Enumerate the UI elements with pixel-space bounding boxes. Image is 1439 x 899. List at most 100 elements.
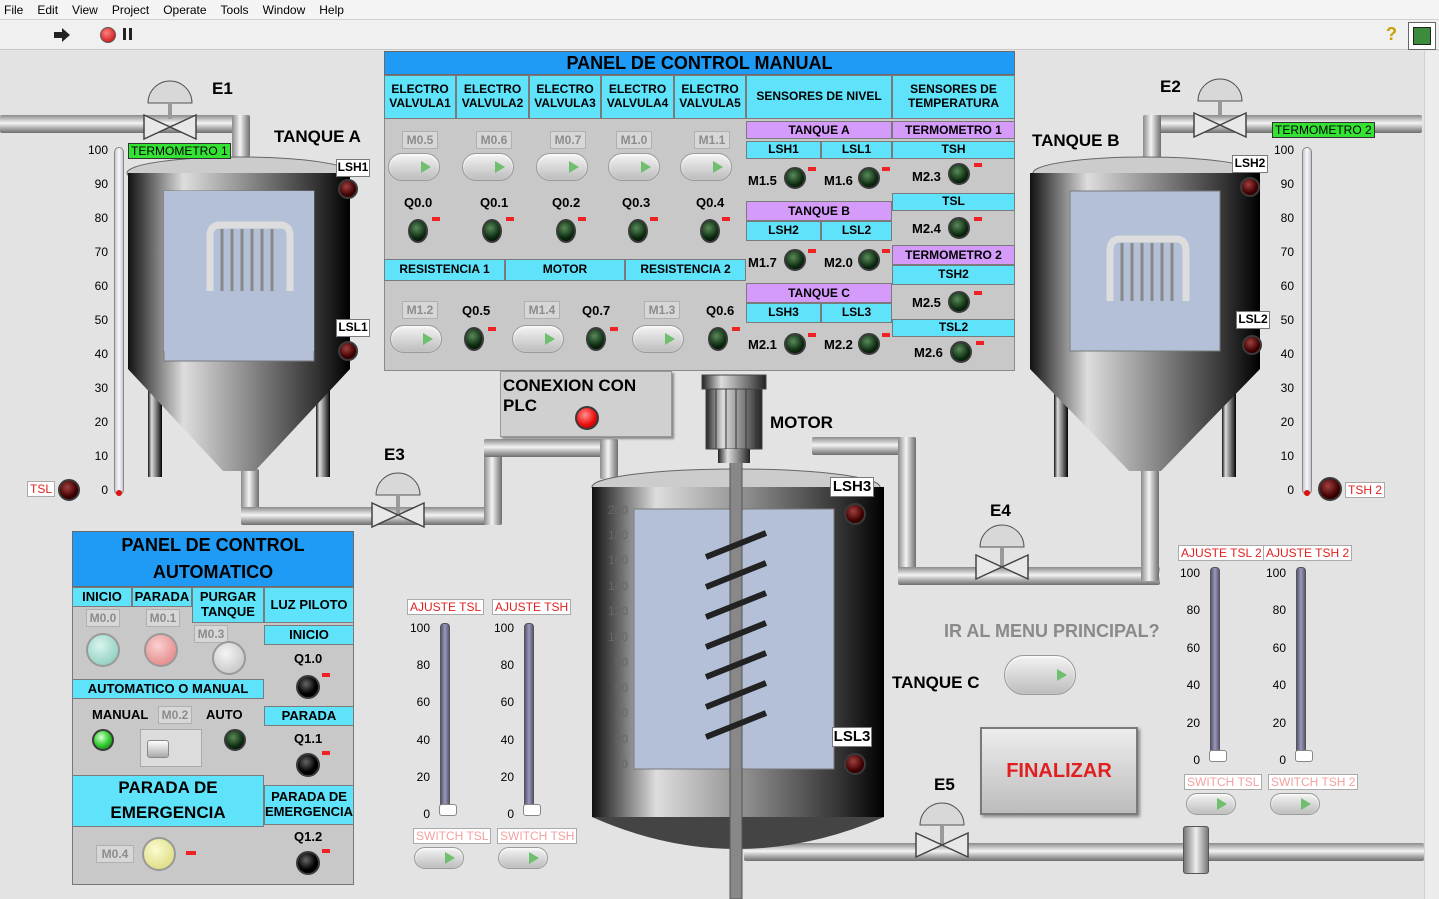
switch-tsh2-label: SWITCH TSH 2 — [1268, 774, 1359, 790]
switch-tsh[interactable] — [498, 847, 548, 869]
inlet-pipe-a — [0, 115, 240, 133]
valve-2-output: Q0.1 — [480, 195, 509, 210]
motor-switch[interactable] — [512, 325, 564, 353]
switch-tsl2[interactable] — [1186, 793, 1236, 815]
valve-e2-icon[interactable] — [1192, 71, 1248, 139]
valve-5-address: M1.1 — [694, 131, 730, 149]
pause-icon[interactable] — [123, 28, 126, 40]
menu-edit[interactable]: Edit — [37, 3, 58, 17]
valve-1-led — [408, 219, 428, 243]
tank-a — [126, 156, 352, 477]
m20-led — [858, 249, 880, 271]
valve-4-led — [628, 219, 648, 243]
valve-e1-label: E1 — [212, 79, 233, 98]
main-menu-button[interactable] — [1004, 655, 1076, 695]
menu-tools[interactable]: Tools — [221, 3, 249, 17]
lsh2-indicator — [1240, 177, 1260, 197]
lsl1-indicator — [338, 341, 358, 361]
tank-c-title: TANQUE C — [892, 673, 980, 692]
valve-e5-icon[interactable] — [914, 799, 970, 867]
valve-5-switch[interactable] — [680, 153, 732, 181]
menu-file[interactable]: File — [4, 3, 23, 17]
menu-view[interactable]: View — [72, 3, 98, 17]
valve-1-switch[interactable] — [388, 153, 440, 181]
m26-led — [950, 341, 972, 363]
front-panel: E1 E2 E3 E4 E5 TANQUE A LSH1 LSL1 TERMOM… — [0, 51, 1424, 899]
switch-tsh2[interactable] — [1270, 793, 1320, 815]
menu-bar: File Edit View Project Operate Tools Win… — [0, 0, 1439, 20]
m04-address: M0.4 — [96, 845, 134, 863]
switch-tsl2-label: SWITCH TSL — [1184, 774, 1263, 790]
tsl-indicator — [58, 479, 80, 501]
switch-tsl[interactable] — [414, 847, 464, 869]
resistance-2-switch[interactable] — [632, 325, 684, 353]
switch-tsh-label: SWITCH TSH — [497, 828, 578, 844]
valve-e3-icon[interactable] — [370, 469, 426, 537]
valve-2-header: ELECTRO VALVULA2 — [456, 75, 529, 119]
level-tank-c-header: TANQUE C — [746, 283, 892, 303]
switch-tsl-label: SWITCH TSL — [413, 828, 492, 844]
valve-5-output: Q0.4 — [696, 195, 725, 210]
q06-label: Q0.6 — [706, 303, 735, 318]
ajuste-tsl2-slider[interactable] — [1209, 567, 1227, 762]
lsh1-cell: LSH1 — [746, 141, 821, 159]
q07-label: Q0.7 — [582, 303, 611, 318]
valve-3-led — [556, 219, 576, 243]
menu-operate[interactable]: Operate — [163, 3, 206, 17]
valve-3-switch[interactable] — [536, 153, 588, 181]
q05-label: Q0.5 — [462, 303, 491, 318]
abort-icon[interactable] — [100, 27, 116, 43]
valve-4-switch[interactable] — [608, 153, 660, 181]
m22-label: M2.2 — [824, 337, 853, 352]
resistance-1-switch[interactable] — [390, 325, 442, 353]
motor-label: MOTOR — [770, 413, 833, 432]
emergency-stop-button[interactable] — [142, 837, 176, 871]
ajuste-tsh2-slider[interactable] — [1295, 567, 1313, 762]
stop-header: PARADA — [132, 587, 192, 607]
ajuste-tsl-label: AJUSTE TSL — [407, 599, 485, 615]
toolbar: ? — [0, 20, 1439, 50]
menu-project[interactable]: Project — [112, 3, 149, 17]
pipe — [898, 437, 916, 577]
motor-icon — [701, 374, 767, 463]
valve-2-address: M0.6 — [476, 131, 512, 149]
stop-button[interactable] — [144, 633, 178, 667]
thermometer-2-label: TERMOMETRO 2 — [1272, 122, 1375, 138]
menu-help[interactable]: Help — [319, 3, 344, 17]
m26-label: M2.6 — [914, 345, 943, 360]
help-icon[interactable]: ? — [1386, 24, 1397, 45]
emergency-stop-header: PARADA DE EMERGENCIA — [72, 775, 264, 827]
tsl-label: TSL — [27, 481, 56, 497]
thermometer-1 — [114, 147, 124, 496]
pipe — [484, 439, 614, 457]
lsl1-cell: LSL1 — [821, 141, 892, 159]
valve-3-output: Q0.2 — [552, 195, 581, 210]
finalize-button[interactable]: FINALIZAR — [980, 727, 1138, 815]
plc-connection-panel: CONEXION CON PLC — [500, 371, 672, 437]
start-button[interactable] — [86, 633, 120, 667]
valve-3-address: M0.7 — [550, 131, 586, 149]
q07-led — [586, 327, 606, 351]
ajuste-tsl-slider[interactable] — [439, 623, 457, 816]
pilot-stop-header: PARADA — [264, 706, 354, 726]
lsl2-indicator — [1242, 335, 1262, 355]
m23-label: M2.3 — [912, 169, 941, 184]
ajuste-tsh-slider[interactable] — [523, 623, 541, 816]
valve-2-switch[interactable] — [462, 153, 514, 181]
vertical-scrollbar[interactable] — [1424, 51, 1439, 899]
thermometer-1-label: TERMOMETRO 1 — [128, 143, 231, 159]
tsh2-indicator — [1318, 477, 1342, 501]
purge-button[interactable] — [212, 641, 246, 675]
valve-e1-icon[interactable] — [142, 73, 198, 141]
run-arrow-icon[interactable] — [52, 26, 72, 44]
purge-header: PURGAR TANQUE — [192, 587, 264, 623]
valve-e4-icon[interactable] — [974, 521, 1030, 589]
manual-label: MANUAL — [92, 707, 149, 722]
m25-label: M2.5 — [912, 295, 941, 310]
auto-manual-toggle[interactable] — [140, 729, 202, 767]
q06-led — [708, 327, 728, 351]
level-tank-b-header: TANQUE B — [746, 201, 892, 221]
menu-window[interactable]: Window — [263, 3, 306, 17]
lsl1-label: LSL1 — [336, 319, 370, 337]
lsh1-label: LSH1 — [336, 159, 370, 177]
